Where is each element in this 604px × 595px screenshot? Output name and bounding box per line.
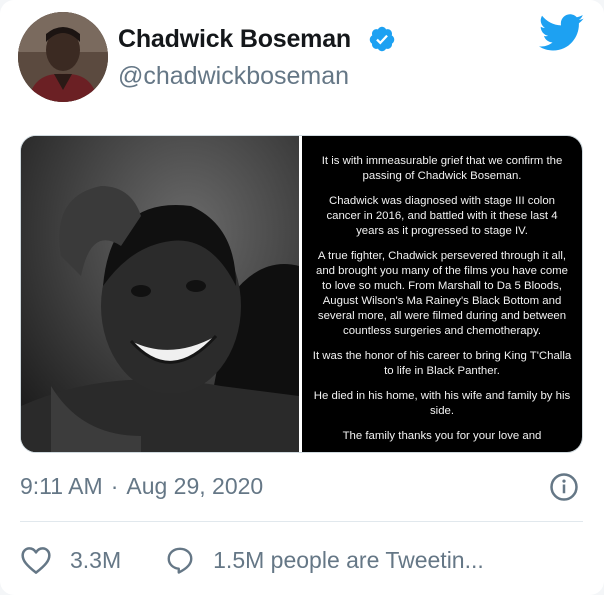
statement-paragraph: A true fighter, Chadwick persevered thro…	[315, 250, 568, 337]
tweet-date: Aug 29, 2020	[126, 473, 264, 499]
tweet-timestamp[interactable]: 9:11 AM · Aug 29, 2020	[20, 473, 263, 500]
statement-paragraph: The family thanks you for your love and	[342, 430, 542, 442]
statement-paragraph: He died in his home, with his wife and f…	[313, 390, 571, 417]
divider	[20, 521, 583, 522]
conversation-text: 1.5M people are Tweetin...	[213, 546, 484, 573]
tweet-actions: 3.3M 1.5M people are Tweetin...	[20, 540, 484, 580]
info-icon[interactable]	[549, 472, 579, 502]
tweet-media[interactable]: It is with immeasurable grief that we co…	[20, 135, 583, 453]
reply-bubble-icon[interactable]	[165, 545, 195, 575]
statement-paragraph: Chadwick was diagnosed with stage III co…	[326, 195, 558, 237]
statement-paragraph: It was the honor of his career to bring …	[312, 350, 572, 377]
verified-badge-icon	[369, 26, 395, 52]
timestamp-separator: ·	[110, 473, 119, 499]
statement-paragraph: It is with immeasurable grief that we co…	[321, 155, 563, 182]
tweet-card: Chadwick Boseman @chadwickboseman It is …	[0, 0, 604, 595]
heart-icon[interactable]	[20, 545, 52, 575]
author-avatar[interactable]	[18, 12, 108, 102]
family-statement[interactable]: It is with immeasurable grief that we co…	[302, 136, 582, 452]
like-count: 3.3M	[70, 546, 122, 573]
tweet-time: 9:11 AM	[20, 473, 103, 499]
conversation-action[interactable]: 1.5M people are Tweetin...	[165, 545, 484, 575]
portrait-photo[interactable]	[21, 136, 299, 452]
author-handle[interactable]: @chadwickboseman	[118, 62, 349, 91]
twitter-bird-icon[interactable]	[539, 14, 585, 52]
author-name[interactable]: Chadwick Boseman	[118, 25, 351, 54]
like-action[interactable]: 3.3M	[20, 545, 121, 575]
